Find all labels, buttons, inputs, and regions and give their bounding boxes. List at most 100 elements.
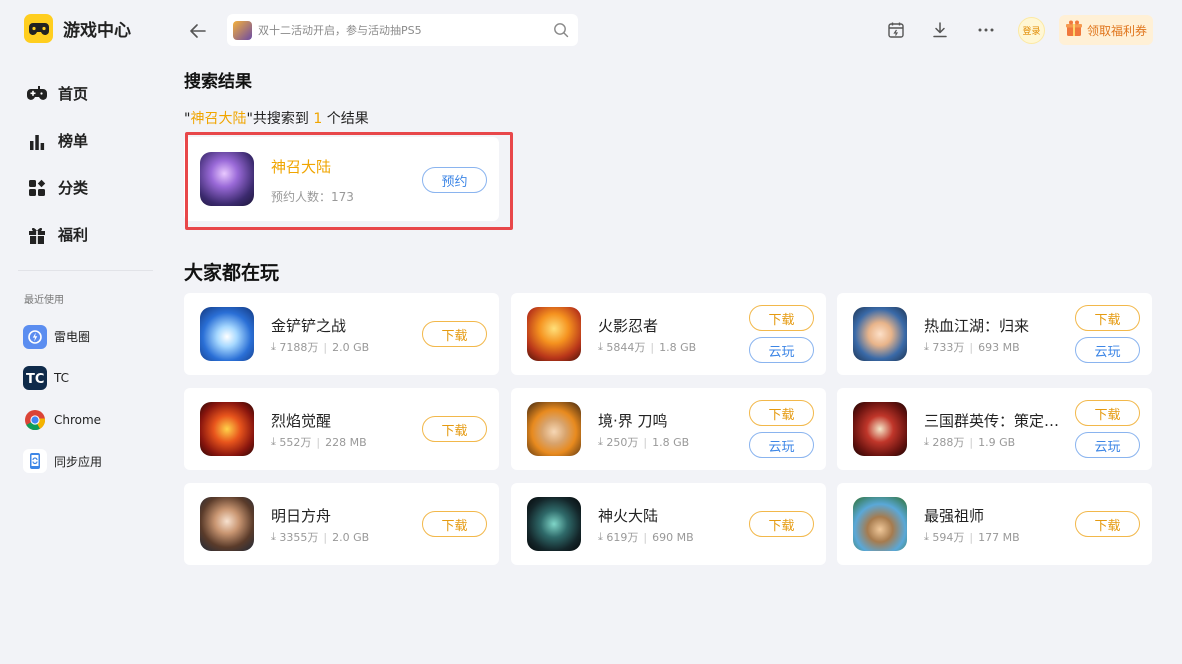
download-button[interactable]: 下载	[1075, 400, 1140, 426]
game-name[interactable]: 金铲铲之战	[271, 315, 346, 336]
chrome-icon	[23, 408, 47, 432]
game-thumbnail	[200, 152, 254, 206]
game-card[interactable]: 明日方舟 ⤓ 3355万 | 2.0 GB 下载	[184, 483, 499, 565]
search-result-card[interactable]: 神召大陆 预约人数：173 预约	[184, 137, 499, 221]
result-summary-mid: "共搜索到	[246, 111, 314, 127]
game-thumbnail	[853, 497, 907, 551]
result-count: 1	[313, 111, 323, 127]
app-title: 游戏中心	[63, 21, 131, 41]
separator: |	[643, 530, 648, 544]
game-name[interactable]: 境·界 刀鸣	[598, 410, 668, 431]
reserve-button[interactable]: 预约	[422, 167, 487, 193]
game-name[interactable]: 神召大陆	[271, 156, 331, 177]
download-count: 5844万	[606, 341, 646, 354]
cloud-play-button[interactable]: 云玩	[1075, 432, 1140, 458]
nav-item-home[interactable]: 首页	[26, 70, 88, 117]
download-count: 552万	[279, 436, 312, 449]
game-thumbnail	[853, 307, 907, 361]
download-button[interactable]: 下载	[1075, 305, 1140, 331]
game-name[interactable]: 热血江湖：归来	[924, 315, 1029, 336]
download-button[interactable]: 下载	[422, 511, 487, 537]
download-count: 594万	[932, 531, 965, 544]
download-button[interactable]: 下载	[422, 416, 487, 442]
ranking-icon	[26, 130, 48, 152]
sidebar-divider	[18, 270, 153, 271]
nav-label: 首页	[58, 85, 89, 103]
game-name[interactable]: 火影忍者	[598, 315, 658, 336]
game-size: 1.9 GB	[978, 435, 1016, 449]
game-name[interactable]: 烈焰觉醒	[271, 410, 331, 431]
recent-title: 最近使用	[24, 295, 64, 306]
recent-list: 雷电圈 TC TC Chrome 同步应用	[23, 316, 102, 482]
game-card[interactable]: 火影忍者 ⤓ 5844万 | 1.8 GB 下载 云玩	[511, 293, 826, 375]
download-count-icon: ⤓	[598, 435, 603, 448]
game-meta: ⤓ 7188万 | 2.0 GB	[271, 339, 369, 355]
svg-text:TC: TC	[26, 372, 44, 385]
game-meta: ⤓ 5844万 | 1.8 GB	[598, 339, 696, 355]
game-card[interactable]: 最强祖师 ⤓ 594万 | 177 MB 下载	[837, 483, 1152, 565]
recent-label: 同步应用	[54, 454, 103, 469]
game-name[interactable]: 明日方舟	[271, 505, 331, 526]
game-thumbnail	[527, 497, 581, 551]
download-count-icon: ⤓	[924, 435, 929, 448]
calendar-icon[interactable]	[885, 19, 907, 41]
recent-label: 雷电圈	[54, 330, 91, 345]
recent-item-chrome[interactable]: Chrome	[23, 399, 102, 441]
game-name[interactable]: 最强祖师	[924, 505, 984, 526]
game-card[interactable]: 境·界 刀鸣 ⤓ 250万 | 1.8 GB 下载 云玩	[511, 388, 826, 470]
search-input[interactable]	[258, 23, 538, 37]
separator: |	[969, 530, 974, 544]
separator: |	[643, 435, 648, 449]
game-size: 1.8 GB	[652, 435, 690, 449]
nav-item-category[interactable]: 分类	[26, 164, 88, 211]
arrow-left-icon	[190, 24, 206, 38]
cloud-play-button[interactable]: 云玩	[1075, 337, 1140, 363]
game-thumbnail	[200, 497, 254, 551]
recent-item-tc[interactable]: TC TC	[23, 358, 102, 400]
game-card[interactable]: 金铲铲之战 ⤓ 7188万 | 2.0 GB 下载	[184, 293, 499, 375]
app-logo-icon	[24, 14, 53, 43]
game-card[interactable]: 三国群英传：策定九州 ⤓ 288万 | 1.9 GB 下载 云玩	[837, 388, 1152, 470]
more-icon[interactable]	[975, 19, 997, 41]
separator: |	[323, 530, 328, 544]
gift-icon	[26, 224, 48, 246]
app-brand[interactable]: 游戏中心	[24, 14, 131, 43]
result-summary-tail: 个结果	[322, 111, 369, 127]
login-button[interactable]: 登录	[1018, 17, 1045, 44]
cloud-play-button[interactable]: 云玩	[749, 432, 814, 458]
back-button[interactable]	[186, 19, 210, 43]
download-button[interactable]: 下载	[422, 321, 487, 347]
nav-item-ranking[interactable]: 榜单	[26, 117, 88, 164]
game-thumbnail	[527, 402, 581, 456]
search-bar[interactable]	[227, 14, 578, 46]
download-button[interactable]: 下载	[1075, 511, 1140, 537]
download-button[interactable]: 下载	[749, 400, 814, 426]
game-thumbnail	[200, 402, 254, 456]
nav-item-welfare[interactable]: 福利	[26, 211, 88, 258]
download-count-icon: ⤓	[598, 530, 603, 543]
game-name[interactable]: 神火大陆	[598, 505, 658, 526]
search-icon[interactable]	[553, 22, 569, 42]
recent-item-sync-app[interactable]: 同步应用	[23, 441, 102, 483]
game-meta: ⤓ 288万 | 1.9 GB	[924, 434, 1015, 450]
recent-item-leidian[interactable]: 雷电圈	[23, 316, 102, 358]
download-icon[interactable]	[929, 19, 951, 41]
download-count-icon: ⤓	[598, 340, 603, 353]
game-name[interactable]: 三国群英传：策定九州	[924, 410, 1064, 431]
game-card[interactable]: 神火大陆 ⤓ 619万 | 690 MB 下载	[511, 483, 826, 565]
recent-label: TC	[54, 371, 70, 386]
nav-label: 分类	[58, 179, 89, 197]
claim-coupon-button[interactable]: 领取福利券	[1059, 15, 1153, 45]
game-card[interactable]: 热血江湖：归来 ⤓ 733万 | 693 MB 下载 云玩	[837, 293, 1152, 375]
download-button[interactable]: 下载	[749, 511, 814, 537]
download-count: 7188万	[279, 341, 319, 354]
leidian-icon	[23, 324, 47, 349]
download-count: 619万	[606, 531, 639, 544]
cloud-play-button[interactable]: 云玩	[749, 337, 814, 363]
game-meta: ⤓ 250万 | 1.8 GB	[598, 434, 689, 450]
download-count: 250万	[606, 436, 639, 449]
download-button[interactable]: 下载	[749, 305, 814, 331]
search-results-title: 搜索结果	[184, 72, 252, 92]
game-card[interactable]: 烈焰觉醒 ⤓ 552万 | 228 MB 下载	[184, 388, 499, 470]
category-icon	[26, 177, 48, 199]
